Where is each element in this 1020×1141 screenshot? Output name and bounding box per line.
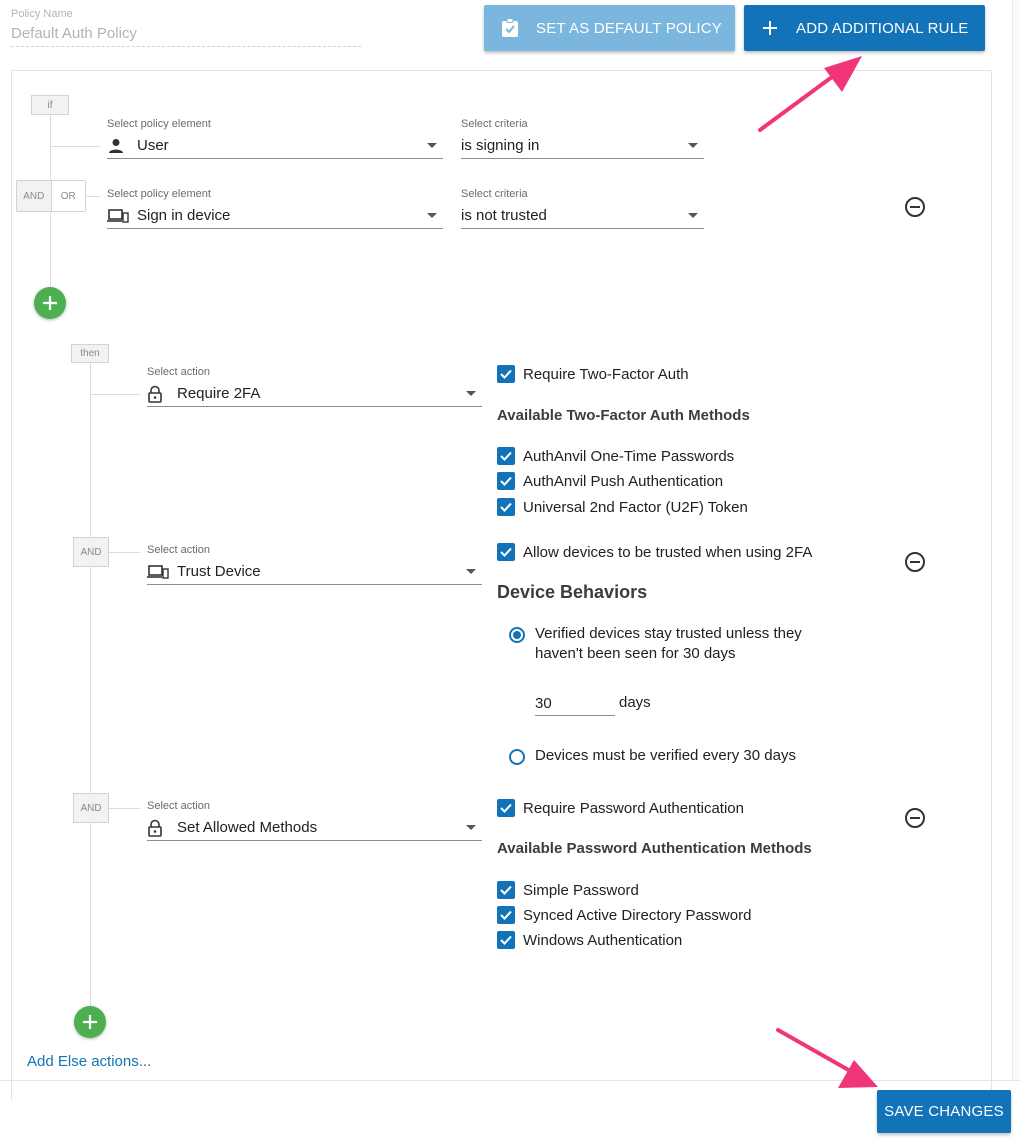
- arrow-to-add-rule-icon: [758, 56, 862, 132]
- arrow-to-save-icon: [776, 1028, 878, 1088]
- annotation-arrows: [758, 56, 878, 1088]
